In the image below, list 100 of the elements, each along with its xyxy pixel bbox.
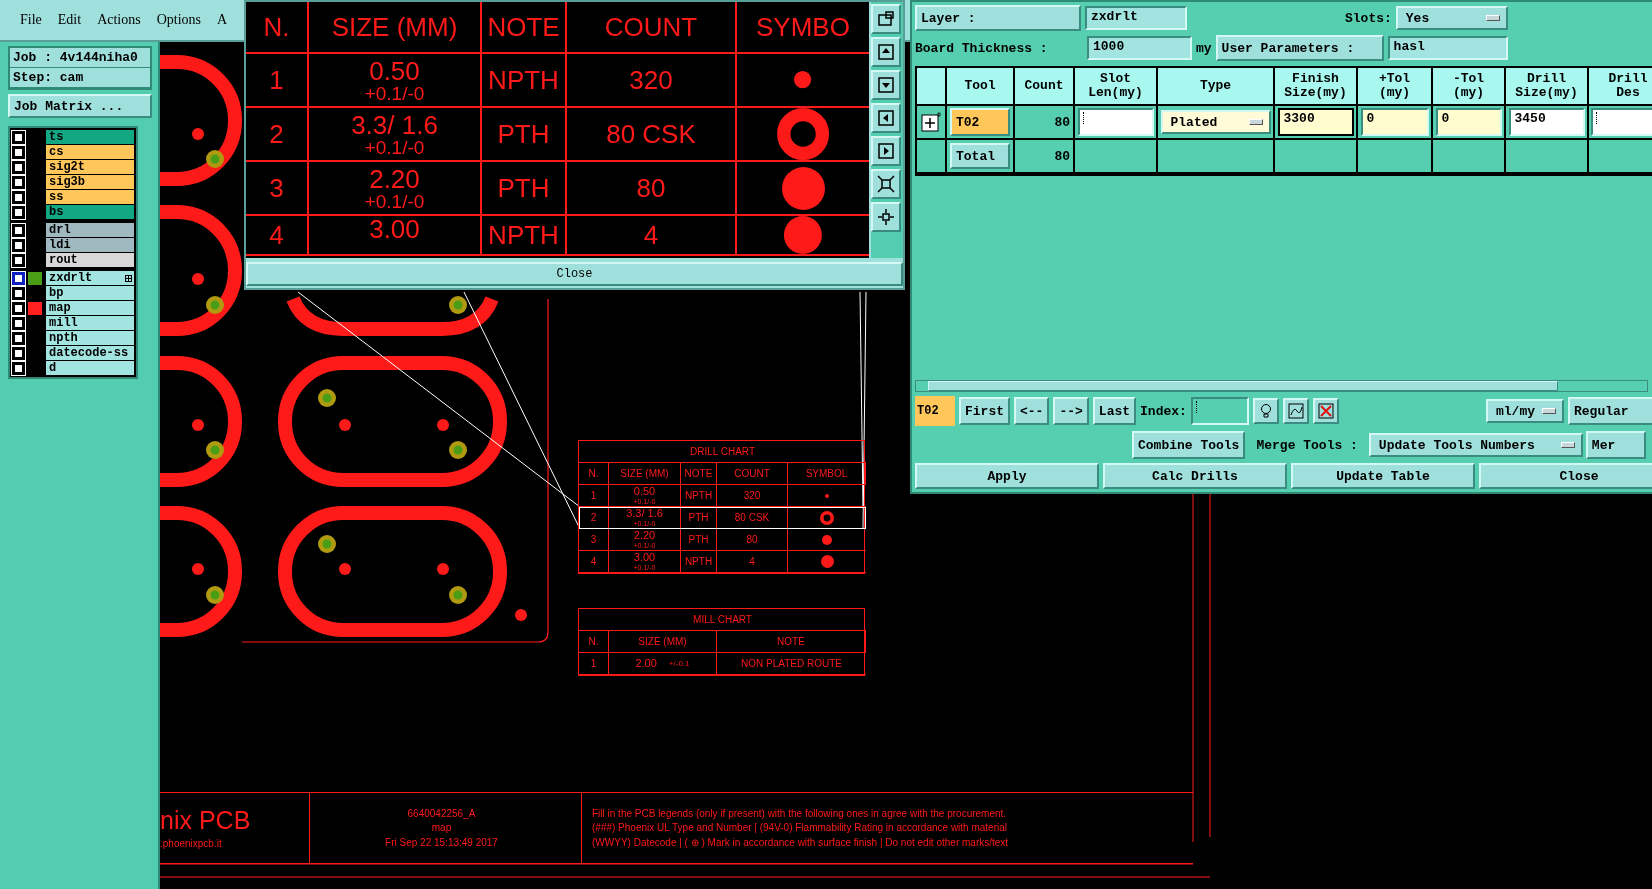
step-name: Step: cam — [10, 68, 150, 88]
menu-item[interactable]: Actions — [97, 12, 141, 28]
merge-button[interactable]: Mer — [1585, 431, 1646, 459]
expand-icon[interactable] — [921, 112, 941, 132]
navigation-button[interactable]: --> — [1053, 397, 1089, 425]
table-cell: 80 — [567, 162, 737, 216]
menu-item[interactable]: File — [20, 12, 42, 28]
user-parameters-field[interactable]: hasl — [1387, 36, 1508, 60]
tolerance-text: +0.1/-0 — [364, 191, 425, 211]
finish-size-field[interactable]: 3300 — [1277, 108, 1354, 136]
drill-description-field[interactable] — [1591, 108, 1652, 136]
note-text: Fill in the PCB legends (only if present) with the following ones in agree with the procurement. — [592, 807, 1007, 820]
table-cell: NPTH — [681, 485, 717, 507]
units-dropdown[interactable]: ml/my — [1486, 399, 1564, 423]
dot-symbol-icon — [794, 71, 812, 89]
table-cell: 80 — [1015, 140, 1075, 174]
plus-tolerance-field[interactable]: 0 — [1360, 108, 1429, 136]
size-text: 0.50 — [369, 57, 420, 84]
index-field[interactable] — [1190, 397, 1249, 425]
note-text: (WWYY) Datecode | ( ⊕ ) Mark in accordance with surface finish | Do not edit other marks/text — [592, 836, 1009, 849]
layer-item[interactable]: bs — [46, 205, 134, 219]
board-thickness-label: Board Thickness : — [915, 40, 1049, 56]
navigation-button[interactable]: <-- — [1014, 397, 1050, 425]
window-icon[interactable] — [871, 4, 901, 34]
layer-checkbox[interactable] — [12, 271, 25, 285]
layer-item[interactable]: rout — [46, 253, 134, 267]
table-cell: NPTH — [482, 54, 567, 108]
layer-item[interactable]: map — [46, 301, 134, 315]
drill-size-field[interactable]: 3450 — [1508, 108, 1585, 136]
column-header: SIZE (MM) — [609, 631, 717, 653]
navigation-button[interactable]: First — [959, 397, 1010, 425]
dot-symbol-icon — [825, 493, 829, 498]
job-matrix-button[interactable]: Job Matrix ... — [8, 94, 152, 118]
mode-button[interactable]: Regular — [1568, 397, 1652, 425]
type-dropdown[interactable]: Plated — [1160, 110, 1271, 134]
table-cell: 3 — [579, 529, 609, 551]
layer-item[interactable]: ldi — [46, 238, 134, 252]
size-text: 2.20 — [369, 165, 420, 192]
arrow-right-icon[interactable] — [871, 136, 901, 166]
menu-item[interactable]: Options — [156, 12, 202, 28]
menu-item[interactable]: A — [217, 12, 228, 28]
action-button[interactable]: Close — [1479, 463, 1652, 489]
tolerance-text: +/-0.1 — [668, 659, 690, 668]
size-text: 3.00 — [369, 216, 420, 242]
column-header: N. — [246, 2, 309, 54]
arrow-left-icon[interactable] — [871, 103, 901, 133]
horizontal-scrollbar[interactable] — [915, 380, 1648, 392]
layer-item[interactable]: datecode-ss — [46, 346, 134, 360]
board-thickness-field[interactable]: 1000 — [1087, 36, 1192, 60]
bulb-icon[interactable] — [1252, 398, 1279, 424]
layer-item[interactable]: mill — [46, 316, 134, 330]
part-number: 6640042256_A — [407, 807, 476, 820]
job-name: Job : 4v144niha0 — [10, 48, 150, 68]
current-tool-label: T02 — [915, 396, 955, 426]
table-cell: NON PLATED ROUTE — [717, 653, 866, 675]
table-cell: 3 — [246, 162, 309, 216]
column-header: Tool — [947, 68, 1015, 106]
layer-item[interactable]: d — [46, 361, 134, 375]
curve-icon[interactable] — [1282, 398, 1309, 424]
layer-item[interactable]: sig3b — [46, 175, 134, 189]
fit-view-icon[interactable] — [871, 169, 901, 199]
user-parameters-button[interactable]: User Parameters : — [1215, 35, 1384, 61]
layer-item[interactable]: npth — [46, 331, 134, 345]
merge-mode-dropdown[interactable]: Update Tools Numbers — [1368, 433, 1583, 457]
layer-item[interactable]: ss — [46, 190, 134, 204]
size-text: 3.3/ 1.6 — [626, 507, 663, 520]
date-text: Fri Sep 22 15:13:49 2017 — [385, 836, 498, 849]
minus-tolerance-field[interactable]: 0 — [1435, 108, 1502, 136]
arrow-down-icon[interactable] — [871, 70, 901, 100]
column-header: N. — [579, 463, 609, 485]
layer-field[interactable]: zxdrlt — [1085, 6, 1187, 30]
table-cell: 1 — [579, 653, 609, 675]
size-text: 3.00 — [633, 551, 656, 564]
column-header: -Tol (my) — [1433, 68, 1506, 106]
navigation-button[interactable]: Last — [1092, 397, 1137, 425]
slots-dropdown[interactable]: Yes — [1395, 6, 1508, 30]
slot-length-field[interactable] — [1077, 108, 1154, 136]
table-cell: 80 — [717, 529, 788, 551]
slots-label: Slots: — [1345, 10, 1392, 26]
action-button[interactable]: Update Table — [1291, 463, 1475, 489]
delete-icon[interactable] — [1312, 398, 1339, 424]
tool-button[interactable]: T02 — [950, 108, 1010, 136]
layer-button[interactable]: Layer : — [915, 5, 1081, 31]
combine-tools-button[interactable]: Combine Tools — [1132, 431, 1246, 459]
close-button[interactable]: Close — [246, 262, 903, 286]
layer-item[interactable]: cs — [46, 145, 134, 159]
menu-item[interactable]: Edit — [57, 12, 82, 28]
layer-item[interactable]: drl — [46, 223, 134, 237]
layer-item[interactable]: bp — [46, 286, 134, 300]
option-menu-icon — [1248, 119, 1263, 125]
arrow-up-icon[interactable] — [871, 37, 901, 67]
column-header: Drill Size(my) — [1506, 68, 1589, 106]
layer-item[interactable]: zxdrlt — [46, 271, 134, 285]
pan-icon[interactable] — [871, 202, 901, 232]
layer-item[interactable]: sig2t — [46, 160, 134, 174]
table-cell: 1 — [579, 485, 609, 507]
action-button[interactable]: Apply — [915, 463, 1099, 489]
total-button[interactable]: Total — [950, 143, 1010, 169]
action-button[interactable]: Calc Drills — [1103, 463, 1287, 489]
layer-item[interactable]: ts — [46, 130, 134, 144]
